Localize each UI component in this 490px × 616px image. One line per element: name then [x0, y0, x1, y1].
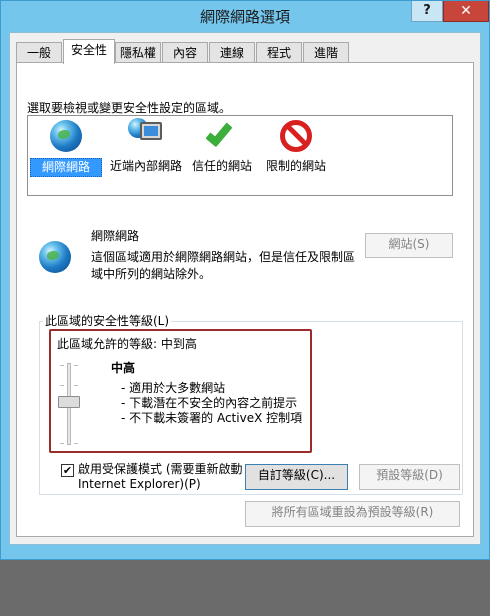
zone-restricted-sites[interactable]: 限制的網站 [260, 118, 332, 175]
zone-label: 近端內部網路 [110, 159, 183, 173]
security-level-description: - 適用於大多數網站 - 下載潛在不安全的內容之前提示 - 不下載未簽署的 Ac… [121, 381, 302, 426]
default-level-button[interactable]: 預設等級(D) [359, 464, 460, 490]
background-desktop [0, 560, 490, 616]
allowed-levels-text: 此區域允許的等級: 中到高 [57, 337, 197, 351]
tab-content[interactable]: 內容 [162, 42, 208, 63]
dialog-client: 一般 安全性 隱私權 內容 連線 程式 進階 選取要檢視或變更安全性設定的區域。… [9, 32, 481, 545]
selected-zone-name: 網際網路 [91, 229, 140, 243]
no-entry-icon [280, 120, 312, 152]
zone-list: 網際網路 近端內部網路 信任的網站 限制的網站 [27, 115, 453, 196]
level-bullet: - 不下載未簽署的 ActiveX 控制項 [121, 411, 303, 425]
security-level-slider-thumb[interactable] [58, 396, 80, 408]
checkmark-icon [205, 118, 233, 148]
zone-internet[interactable]: 網際網路 [30, 118, 102, 177]
protected-mode-label[interactable]: 啟用受保護模式 (需要重新啟動 Internet Explorer)(P) [78, 462, 248, 492]
security-level-group-title: 此區域的安全性等級(L) [43, 312, 172, 329]
zone-local-intranet[interactable]: 近端內部網路 [108, 118, 184, 175]
internet-options-window: 網際網路選項 ? ✕ 一般 安全性 隱私權 內容 連線 程式 進階 選取要檢視或… [0, 0, 490, 560]
tab-security[interactable]: 安全性 [63, 39, 115, 64]
tab-privacy[interactable]: 隱私權 [115, 42, 161, 63]
zone-label: 限制的網站 [265, 159, 326, 173]
zone-prompt: 選取要檢視或變更安全性設定的區域。 [27, 101, 232, 115]
security-panel: 選取要檢視或變更安全性設定的區域。 網際網路 近端內部網路 信任的網站 限制的網… [16, 62, 474, 537]
intranet-icon [128, 118, 164, 154]
globe-icon [39, 241, 71, 273]
sites-button[interactable]: 網站(S) [365, 233, 453, 258]
tab-advanced[interactable]: 進階 [303, 42, 349, 63]
selected-zone-description: 這個區域適用於網際網路網站，但是信任及限制區域中所列的網站除外。 [91, 250, 356, 281]
zone-label: 信任的網站 [191, 159, 252, 173]
zone-label: 網際網路 [30, 158, 102, 177]
help-button[interactable]: ? [411, 1, 443, 22]
level-bullet: - 適用於大多數網站 [121, 381, 226, 395]
globe-icon [50, 120, 82, 152]
title-bar[interactable]: 網際網路選項 ? ✕ [1, 1, 489, 31]
security-level-name: 中高 [111, 361, 136, 375]
tab-connections[interactable]: 連線 [209, 42, 255, 63]
close-button[interactable]: ✕ [443, 1, 489, 22]
tab-programs[interactable]: 程式 [256, 42, 302, 63]
reset-all-zones-button[interactable]: 將所有區域重設為預設等級(R) [245, 501, 460, 527]
level-bullet: - 下載潛在不安全的內容之前提示 [121, 396, 298, 410]
zone-trusted-sites[interactable]: 信任的網站 [186, 118, 258, 175]
custom-level-button[interactable]: 自訂等級(C)... [245, 464, 348, 490]
tab-general[interactable]: 一般 [16, 42, 62, 63]
protected-mode-checkbox[interactable]: ✔ [61, 464, 74, 477]
selected-zone-icon [37, 239, 73, 275]
